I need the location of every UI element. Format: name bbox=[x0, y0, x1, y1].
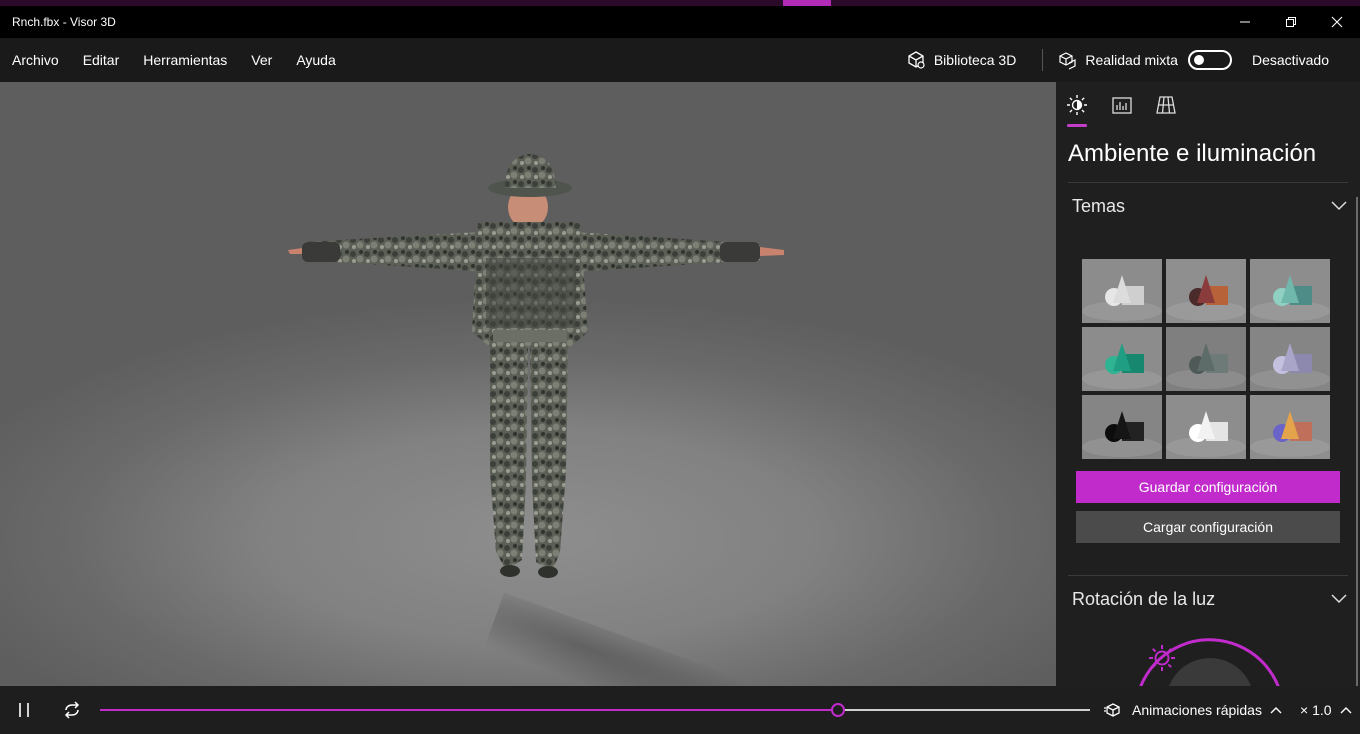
themes-grid bbox=[1082, 259, 1330, 459]
panel-tabs bbox=[1056, 82, 1360, 130]
tab-statistics[interactable] bbox=[1111, 94, 1133, 116]
menu-ayuda[interactable]: Ayuda bbox=[284, 38, 347, 82]
mixed-reality-state: Desactivado bbox=[1251, 52, 1329, 68]
close-button[interactable] bbox=[1314, 6, 1360, 38]
window-controls bbox=[1222, 6, 1360, 38]
menu-herramientas[interactable]: Herramientas bbox=[131, 38, 239, 82]
panel-divider bbox=[1068, 182, 1348, 183]
active-tab-indicator bbox=[1067, 124, 1087, 127]
theme-preview-shapes bbox=[1082, 411, 1162, 457]
animations-button[interactable]: Animaciones rápidas bbox=[1104, 686, 1282, 734]
theme-esmeralda[interactable] bbox=[1082, 327, 1162, 391]
mixed-reality-icon bbox=[1059, 52, 1076, 70]
panel-scrollbar[interactable] bbox=[1356, 197, 1358, 686]
minimize-button[interactable] bbox=[1222, 6, 1268, 38]
library-3d-label: Biblioteca 3D bbox=[933, 52, 1017, 68]
restore-button[interactable] bbox=[1268, 6, 1314, 38]
theme-lavanda[interactable] bbox=[1250, 327, 1330, 391]
restore-icon bbox=[1286, 17, 1296, 27]
menu-right-group: Biblioteca 3D Realidad mixta Desactivado bbox=[892, 38, 1360, 82]
3d-viewport[interactable] bbox=[0, 82, 1056, 686]
menu-divider bbox=[1042, 49, 1044, 71]
grid-icon bbox=[1156, 96, 1176, 114]
animation-icon bbox=[1104, 703, 1120, 717]
menu-bar: Archivo Editar Herramientas Ver Ayuda Bi… bbox=[0, 38, 1360, 82]
timeline-progress bbox=[100, 709, 838, 711]
playback-bar: Animaciones rápidas × 1.0 bbox=[0, 686, 1360, 734]
mixed-reality-group: Realidad mixta Desactivado bbox=[1051, 50, 1360, 70]
tab-environment[interactable] bbox=[1066, 94, 1088, 116]
light-rotation-dial[interactable] bbox=[1056, 627, 1360, 686]
themes-section-header[interactable]: Temas bbox=[1072, 191, 1348, 221]
load-settings-button[interactable]: Cargar configuración bbox=[1076, 511, 1340, 543]
speed-button[interactable]: × 1.0 bbox=[1300, 686, 1352, 734]
themes-section-title: Temas bbox=[1072, 195, 1126, 216]
loop-button[interactable] bbox=[60, 698, 84, 722]
menu-archivo[interactable]: Archivo bbox=[0, 38, 71, 82]
repeat-icon bbox=[64, 701, 80, 719]
animations-label: Animaciones rápidas bbox=[1132, 702, 1262, 718]
theme-preview-shapes bbox=[1250, 343, 1330, 389]
pause-button[interactable] bbox=[12, 698, 36, 722]
theme-multicolor[interactable] bbox=[1250, 395, 1330, 459]
library-3d-button[interactable]: Biblioteca 3D bbox=[892, 38, 1031, 82]
panel-title: Ambiente e iluminación bbox=[1068, 140, 1317, 167]
menu-ver[interactable]: Ver bbox=[239, 38, 284, 82]
theme-preview-shapes bbox=[1250, 275, 1330, 321]
title-bar: Rnch.fbx - Visor 3D bbox=[0, 6, 1360, 38]
speed-label: × 1.0 bbox=[1300, 702, 1332, 718]
chevron-down-icon bbox=[1330, 197, 1348, 215]
light-rotation-section-header[interactable]: Rotación de la luz bbox=[1072, 584, 1348, 614]
theme-preview-shapes bbox=[1082, 275, 1162, 321]
close-icon bbox=[1331, 16, 1343, 28]
save-settings-button[interactable]: Guardar configuración bbox=[1076, 471, 1340, 503]
timeline-track[interactable] bbox=[100, 709, 1090, 711]
timeline-thumb[interactable] bbox=[830, 703, 845, 717]
theme-gris-claro[interactable] bbox=[1082, 259, 1162, 323]
tab-grid[interactable] bbox=[1155, 94, 1177, 116]
theme-preview-shapes bbox=[1166, 411, 1246, 457]
mixed-reality-toggle[interactable] bbox=[1187, 50, 1232, 70]
panel-divider bbox=[1068, 575, 1348, 576]
environment-panel: Ambiente e iluminación Temas Guardar con… bbox=[1056, 82, 1360, 686]
minimize-icon bbox=[1240, 21, 1250, 23]
theme-preview-shapes bbox=[1166, 343, 1246, 389]
theme-preview-shapes bbox=[1166, 275, 1246, 321]
window-title: Rnch.fbx - Visor 3D bbox=[12, 15, 116, 29]
theme-turquesa[interactable] bbox=[1250, 259, 1330, 323]
toggle-knob bbox=[1193, 55, 1204, 65]
sun-icon bbox=[1067, 95, 1087, 115]
chevron-up-icon bbox=[1270, 707, 1282, 714]
menu-editar[interactable]: Editar bbox=[71, 38, 132, 82]
theme-blanco[interactable] bbox=[1166, 395, 1246, 459]
theme-negro[interactable] bbox=[1082, 395, 1162, 459]
theme-pizarra[interactable] bbox=[1166, 327, 1246, 391]
cube-icon bbox=[908, 51, 925, 69]
chevron-down-icon bbox=[1330, 590, 1348, 608]
pause-icon bbox=[19, 703, 29, 717]
chevron-up-icon bbox=[1340, 707, 1352, 714]
light-rotation-section-title: Rotación de la luz bbox=[1072, 588, 1216, 609]
theme-preview-shapes bbox=[1082, 343, 1162, 389]
theme-preview-shapes bbox=[1250, 411, 1330, 457]
mixed-reality-label: Realidad mixta bbox=[1085, 52, 1178, 68]
theme-calido[interactable] bbox=[1166, 259, 1246, 323]
stats-icon bbox=[1112, 97, 1132, 114]
soldier-model[interactable] bbox=[0, 82, 1056, 686]
